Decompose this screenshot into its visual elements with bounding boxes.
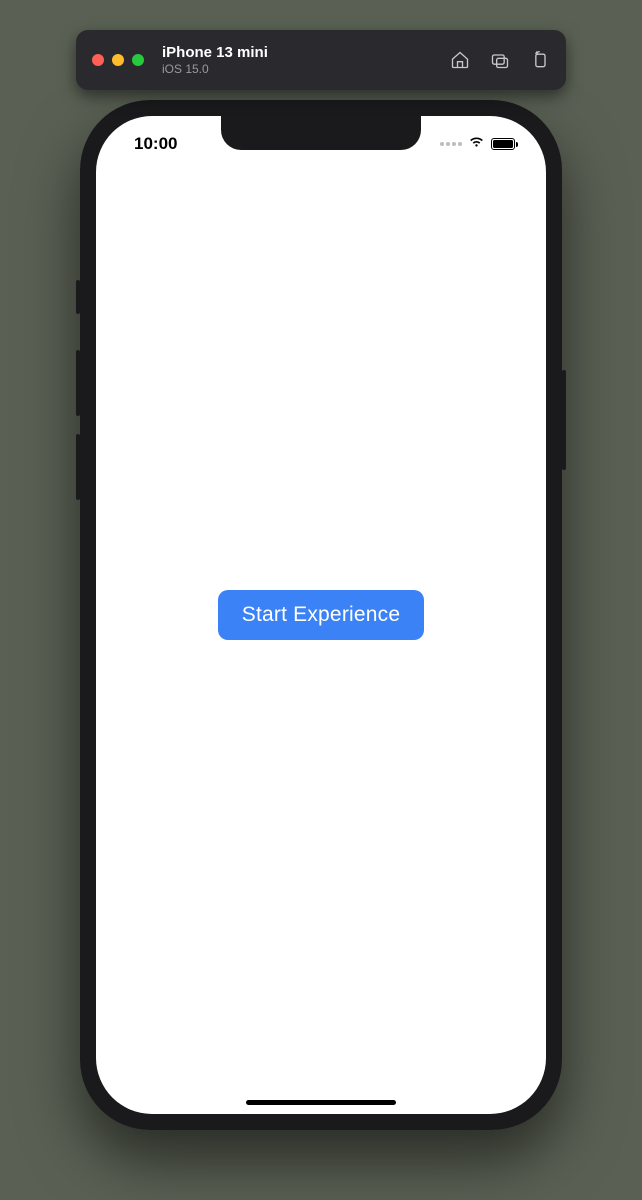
start-experience-button[interactable]: Start Experience: [218, 590, 424, 640]
device-screen: 10:00 Start Experience: [96, 116, 546, 1114]
start-experience-button-label: Start Experience: [242, 603, 400, 626]
status-time: 10:00: [124, 128, 177, 154]
close-window-button[interactable]: [92, 54, 104, 66]
volume-down-button[interactable]: [76, 434, 80, 500]
toolbar-actions: [450, 50, 550, 70]
toolbar-title-block: iPhone 13 mini iOS 15.0: [162, 44, 268, 76]
app-content: Start Experience: [96, 116, 546, 1114]
window-traffic-lights: [92, 54, 144, 66]
mute-switch[interactable]: [76, 280, 80, 314]
simulator-toolbar: iPhone 13 mini iOS 15.0: [76, 30, 566, 90]
fullscreen-window-button[interactable]: [132, 54, 144, 66]
device-name-label: iPhone 13 mini: [162, 44, 268, 62]
power-button[interactable]: [562, 370, 566, 470]
rotate-icon[interactable]: [530, 50, 550, 70]
os-version-label: iOS 15.0: [162, 62, 268, 76]
wifi-icon: [468, 135, 485, 153]
home-icon[interactable]: [450, 50, 470, 70]
home-indicator[interactable]: [246, 1100, 396, 1105]
status-right: [440, 129, 518, 153]
battery-icon: [491, 138, 518, 150]
volume-up-button[interactable]: [76, 350, 80, 416]
screenshot-icon[interactable]: [490, 50, 510, 70]
minimize-window-button[interactable]: [112, 54, 124, 66]
device-frame: 10:00 Start Experience: [80, 100, 562, 1130]
device-notch: [221, 116, 421, 150]
cellular-signal-icon: [440, 142, 462, 146]
